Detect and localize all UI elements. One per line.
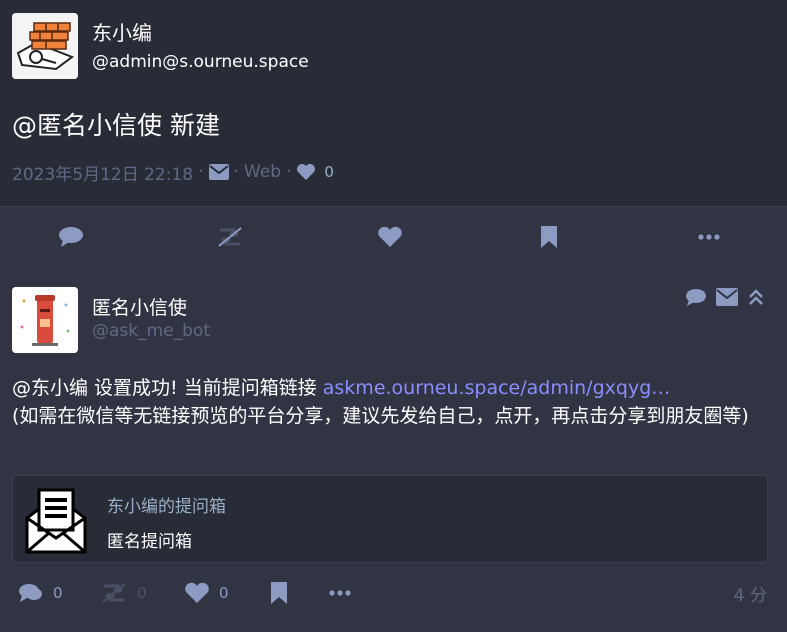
more-icon [698,234,720,240]
account-handle[interactable]: @admin@s.ourneu.space [92,52,309,72]
card-description: 匿名提问箱 [107,532,192,552]
bookmark-icon [541,226,557,248]
display-name[interactable]: 匿名小信使 [92,293,187,320]
bookmark-button[interactable] [270,578,288,608]
mention-link[interactable]: @东小编 [12,377,88,399]
timestamp[interactable]: 2023年5月12日 22:18 [12,160,193,185]
avatar[interactable] [12,287,78,353]
boost-button[interactable]: 0 [100,578,147,608]
favourites-count: 0 [219,584,229,602]
reply-content: @东小编 设置成功! 当前提问箱链接 askme.ourneu.space/ad… [12,374,772,430]
card-title: 东小编的提问箱 [107,497,226,517]
favourite-button[interactable] [376,223,404,251]
main-status: 东小编 @admin@s.ourneu.space @匿名小信使 新建 2023… [0,0,787,206]
separator: · [233,162,239,182]
favourites-count: 0 [324,163,334,181]
boost-button[interactable] [216,223,244,251]
replies-icon [19,584,42,602]
status-content: @匿名小信使 新建 [12,111,220,140]
application-name[interactable]: Web [244,162,281,182]
reply-button[interactable] [57,223,85,251]
mailbox-avatar-icon [12,287,78,353]
more-button[interactable] [695,223,723,251]
brick-wall-avatar-icon [12,13,78,79]
time-ago[interactable]: 4 分 [734,581,767,606]
reply-text: 设置成功! 当前提问箱链接 [88,377,323,399]
status-top-icons [685,288,765,310]
envelope-icon [716,288,738,310]
separator: · [198,162,204,182]
link-card[interactable]: 东小编的提问箱 匿名提问箱 [12,475,768,563]
envelope-icon [208,164,229,180]
heart-icon [296,163,316,181]
reply-icon [59,227,83,247]
bookmark-button[interactable] [535,223,563,251]
reply-action-bar: 0 0 0 [0,578,787,608]
favourite-button[interactable]: 0 [184,578,229,608]
mail-letter-icon [25,488,87,554]
status-meta: 2023年5月12日 22:18 · · Web · 0 [12,160,334,185]
askme-link[interactable]: askme.ourneu.space/admin/gxqyg… [323,377,670,399]
heart-icon [378,226,402,247]
reply-text-note: (如需在微信等无链接预览的平台分享，建议先发给自己，点开，再点击分享到朋友圈等) [12,405,749,427]
more-icon [329,590,351,596]
boosts-count: 0 [137,584,147,602]
boost-disabled-icon [218,227,242,247]
boost-disabled-icon [102,583,126,603]
bookmark-icon [271,582,287,604]
reply-icon [685,288,707,310]
account-handle[interactable]: @ask_me_bot [92,321,210,341]
action-bar [0,206,787,265]
replies-count: 0 [53,584,63,602]
avatar[interactable] [12,13,78,79]
heart-icon [185,582,209,603]
more-button[interactable] [329,578,351,608]
display-name[interactable]: 东小编 [92,17,152,46]
separator: · [286,162,292,182]
reply-button[interactable]: 0 [18,578,63,608]
collapse-icon[interactable] [747,288,765,310]
